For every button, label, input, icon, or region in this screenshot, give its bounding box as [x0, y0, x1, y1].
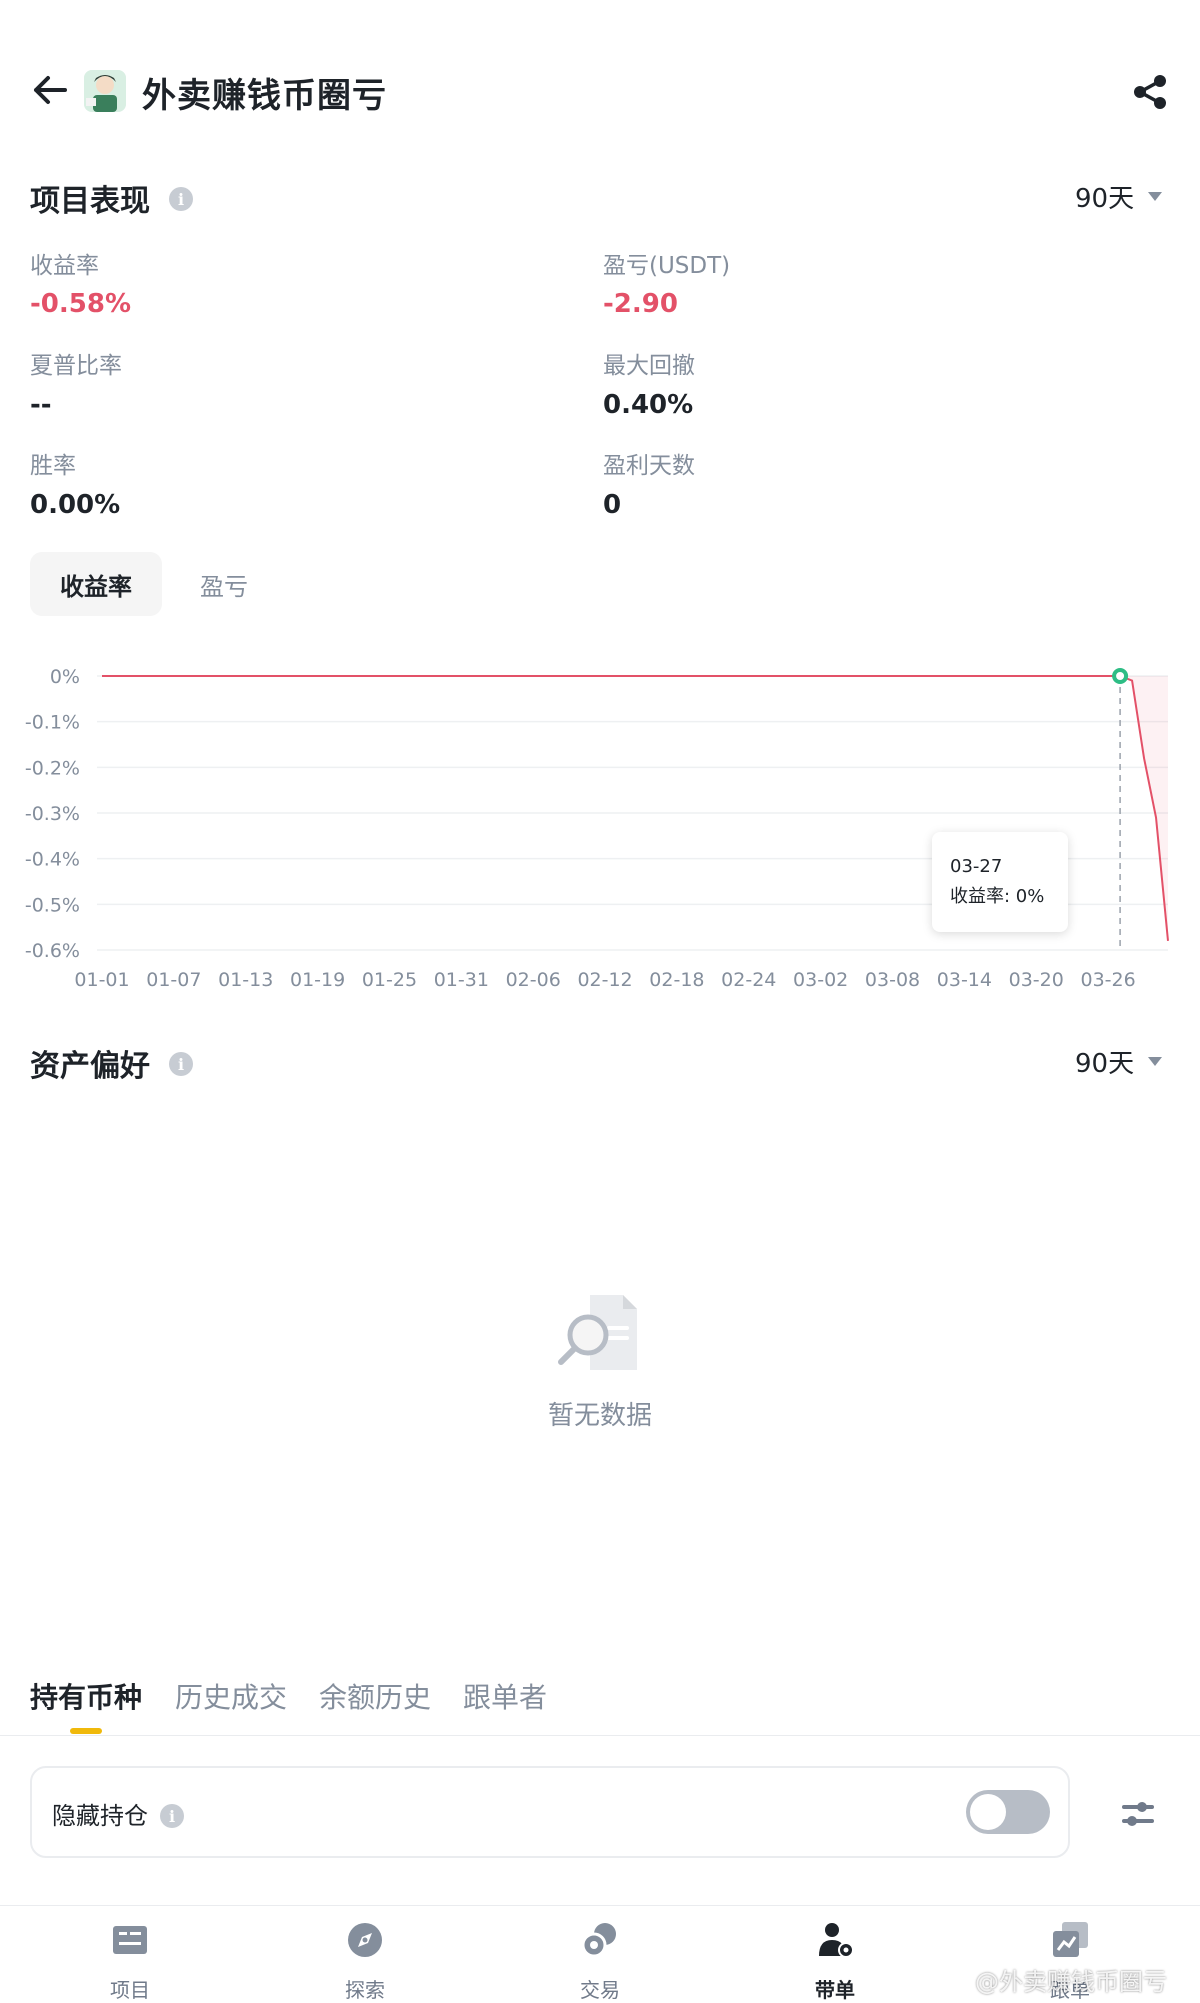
arrow-left-icon	[34, 76, 67, 104]
nav-label: 探索	[345, 1978, 385, 2002]
info-icon[interactable]: i	[169, 187, 193, 211]
chip-pnl[interactable]: 盈亏	[190, 552, 258, 616]
sliders-icon[interactable]	[1120, 1796, 1156, 1832]
period-label: 90天	[1075, 1049, 1135, 1079]
hide-holdings-label: 隐藏持仓	[52, 1802, 148, 1830]
nav-label: 带单	[815, 1978, 855, 2002]
divider	[0, 1735, 1200, 1736]
asset-period-select[interactable]: 90天	[1075, 1043, 1163, 1080]
x-tick-label: 01-31	[434, 969, 489, 990]
caret-down-icon	[1148, 1057, 1163, 1066]
chart-tooltip: 03-27 收益率: 0%	[932, 832, 1068, 932]
tooltip-value: 收益率: 0%	[950, 886, 1045, 907]
x-tick-label: 03-08	[865, 969, 920, 990]
back-button[interactable]	[30, 70, 70, 110]
active-tab-indicator	[70, 1728, 102, 1734]
x-tick-label: 03-20	[1009, 969, 1064, 990]
tab-holdings[interactable]: 持有币种	[30, 1676, 142, 1716]
nav-label: 交易	[580, 1978, 620, 2002]
x-tick-label: 03-26	[1081, 969, 1136, 990]
lead-trader-icon	[819, 1923, 854, 1958]
y-tick-label: -0.5%	[25, 894, 80, 916]
share-button[interactable]	[1130, 72, 1170, 112]
x-tick-label: 01-25	[362, 969, 417, 990]
metric-label-max-drawdown: 最大回撤	[603, 353, 695, 379]
x-tick-label: 02-12	[577, 969, 632, 990]
metric-value-max-drawdown: 0.40%	[603, 390, 694, 420]
asset-pref-title: 资产偏好	[30, 1049, 150, 1084]
tab-balance-history[interactable]: 余额历史	[319, 1676, 431, 1716]
nav-label: 项目	[110, 1978, 150, 2002]
chip-return[interactable]: 收益率	[30, 552, 162, 616]
x-tick-label: 01-13	[218, 969, 273, 990]
metric-value-win-rate: 0.00%	[30, 490, 121, 520]
info-icon[interactable]: i	[160, 1804, 184, 1828]
metric-label-sharpe: 夏普比率	[30, 353, 122, 379]
x-tick-label: 02-18	[649, 969, 704, 990]
metric-label-pnl: 盈亏(USDT)	[603, 253, 731, 279]
y-tick-label: 0%	[50, 666, 80, 688]
period-label: 90天	[1075, 184, 1135, 214]
divider	[0, 1905, 1200, 1906]
page-title: 外卖赚钱币圈亏	[142, 76, 387, 116]
x-tick-label: 03-14	[937, 969, 992, 990]
nav-trade[interactable]: 交易	[540, 1920, 660, 2003]
tab-followers[interactable]: 跟单者	[463, 1676, 547, 1716]
x-tick-label: 01-01	[74, 969, 129, 990]
performance-title: 项目表现	[30, 184, 150, 219]
metric-label-return: 收益率	[30, 253, 99, 279]
metric-value-return: -0.58%	[30, 289, 131, 319]
metric-label-profit-days: 盈利天数	[603, 453, 695, 479]
watermark: @外卖赚钱币圈亏	[975, 1968, 1167, 1996]
x-tick-label: 03-02	[793, 969, 848, 990]
y-tick-label: -0.1%	[25, 712, 80, 734]
hide-holdings-card	[30, 1766, 1070, 1858]
tab-trade-history[interactable]: 历史成交	[175, 1676, 287, 1716]
nav-lead-trade[interactable]: 带单	[775, 1920, 895, 2003]
metric-value-profit-days: 0	[603, 490, 622, 520]
copy-trade-icon	[1053, 1922, 1088, 1957]
performance-period-select[interactable]: 90天	[1075, 178, 1163, 215]
caret-down-icon	[1148, 192, 1163, 201]
y-tick-label: -0.6%	[25, 940, 80, 962]
y-tick-label: -0.4%	[25, 849, 80, 871]
nav-explore[interactable]: 探索	[305, 1920, 425, 2003]
x-tick-label: 02-24	[721, 969, 776, 990]
tooltip-date: 03-27	[950, 856, 1003, 877]
metric-label-win-rate: 胜率	[30, 453, 76, 479]
x-tick-label: 01-07	[146, 969, 201, 990]
x-tick-label: 01-19	[290, 969, 345, 990]
metric-value-sharpe: --	[30, 390, 52, 420]
projects-icon	[113, 1926, 147, 1954]
highlight-point	[1112, 668, 1129, 684]
trade-icon	[581, 1923, 616, 1958]
avatar	[84, 70, 126, 112]
nav-projects[interactable]: 项目	[70, 1920, 190, 2003]
share-icon	[1134, 75, 1166, 109]
hide-holdings-toggle[interactable]	[966, 1790, 1050, 1834]
compass-icon	[348, 1923, 382, 1957]
y-tick-label: -0.2%	[25, 757, 80, 779]
search-document-icon	[558, 1295, 637, 1370]
series-area	[1120, 676, 1168, 941]
x-tick-label: 02-06	[506, 969, 561, 990]
empty-state-text: 暂无数据	[547, 1401, 652, 1431]
info-icon[interactable]: i	[169, 1052, 193, 1076]
metric-value-pnl: -2.90	[603, 289, 678, 319]
return-line-chart[interactable]: 0% -0.1% -0.2% -0.3% -0.4% -0.5% -0.6% 01-01 01-…	[0, 650, 1200, 990]
y-tick-label: -0.3%	[25, 803, 80, 825]
